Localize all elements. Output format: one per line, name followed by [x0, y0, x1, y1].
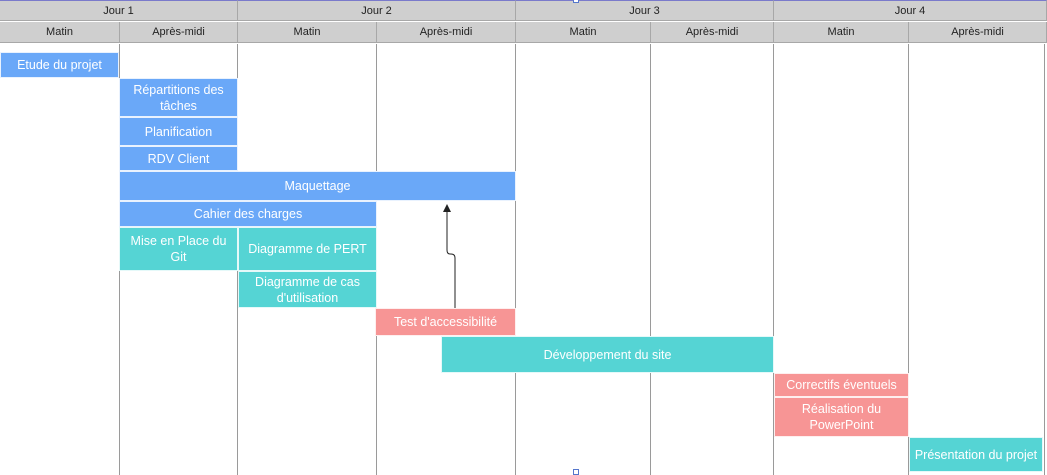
- task-etude-du-projet[interactable]: Etude du projet: [0, 52, 119, 78]
- task-planification[interactable]: Planification: [119, 117, 238, 146]
- task-cahier-des-charges[interactable]: Cahier des charges: [119, 201, 377, 227]
- task-presentation-du-projet[interactable]: Présentation du projet: [909, 437, 1043, 472]
- task-rdv-client[interactable]: RDV Client: [119, 146, 238, 171]
- task-maquettage[interactable]: Maquettage: [119, 171, 516, 201]
- half-day-header-2-am: Matin: [238, 22, 377, 43]
- task-diagramme-de-cas-d-utilisation[interactable]: Diagramme de cas d'utilisation: [238, 271, 377, 308]
- selection-handle[interactable]: [573, 0, 579, 3]
- day-header-2: Jour 2: [238, 0, 516, 21]
- task-diagramme-de-pert[interactable]: Diagramme de PERT: [238, 227, 377, 271]
- gantt-chart: Jour 1 Jour 2 Jour 3 Jour 4 Matin Après-…: [0, 0, 1047, 475]
- half-day-header-2-pm: Après-midi: [377, 22, 516, 43]
- task-test-d-accessibilite[interactable]: Test d'accessibilité: [375, 308, 516, 336]
- task-realisation-du-powerpoint[interactable]: Réalisation du PowerPoint: [774, 397, 909, 437]
- task-mise-en-place-du-git[interactable]: Mise en Place du Git: [119, 227, 238, 271]
- task-correctifs-eventuels[interactable]: Correctifs éventuels: [774, 373, 909, 397]
- half-day-header-1-am: Matin: [0, 22, 120, 43]
- day-header-3: Jour 3: [516, 0, 774, 21]
- dependency-arrow: [443, 204, 456, 308]
- half-day-header-3-am: Matin: [516, 22, 651, 43]
- day-header-1: Jour 1: [0, 0, 238, 21]
- half-day-header-4-am: Matin: [774, 22, 909, 43]
- half-day-header-1-pm: Après-midi: [120, 22, 238, 43]
- half-day-header-3-pm: Après-midi: [651, 22, 774, 43]
- selection-handle[interactable]: [573, 469, 579, 475]
- half-day-header-4-pm: Après-midi: [909, 22, 1047, 43]
- grid-line: [515, 44, 516, 475]
- grid-line: [650, 44, 651, 475]
- task-developpement-du-site[interactable]: Développement du site: [441, 336, 774, 373]
- grid-line: [1044, 44, 1045, 475]
- task-repartitions-des-taches[interactable]: Répartitions des tâches: [119, 78, 238, 117]
- day-header-4: Jour 4: [774, 0, 1047, 21]
